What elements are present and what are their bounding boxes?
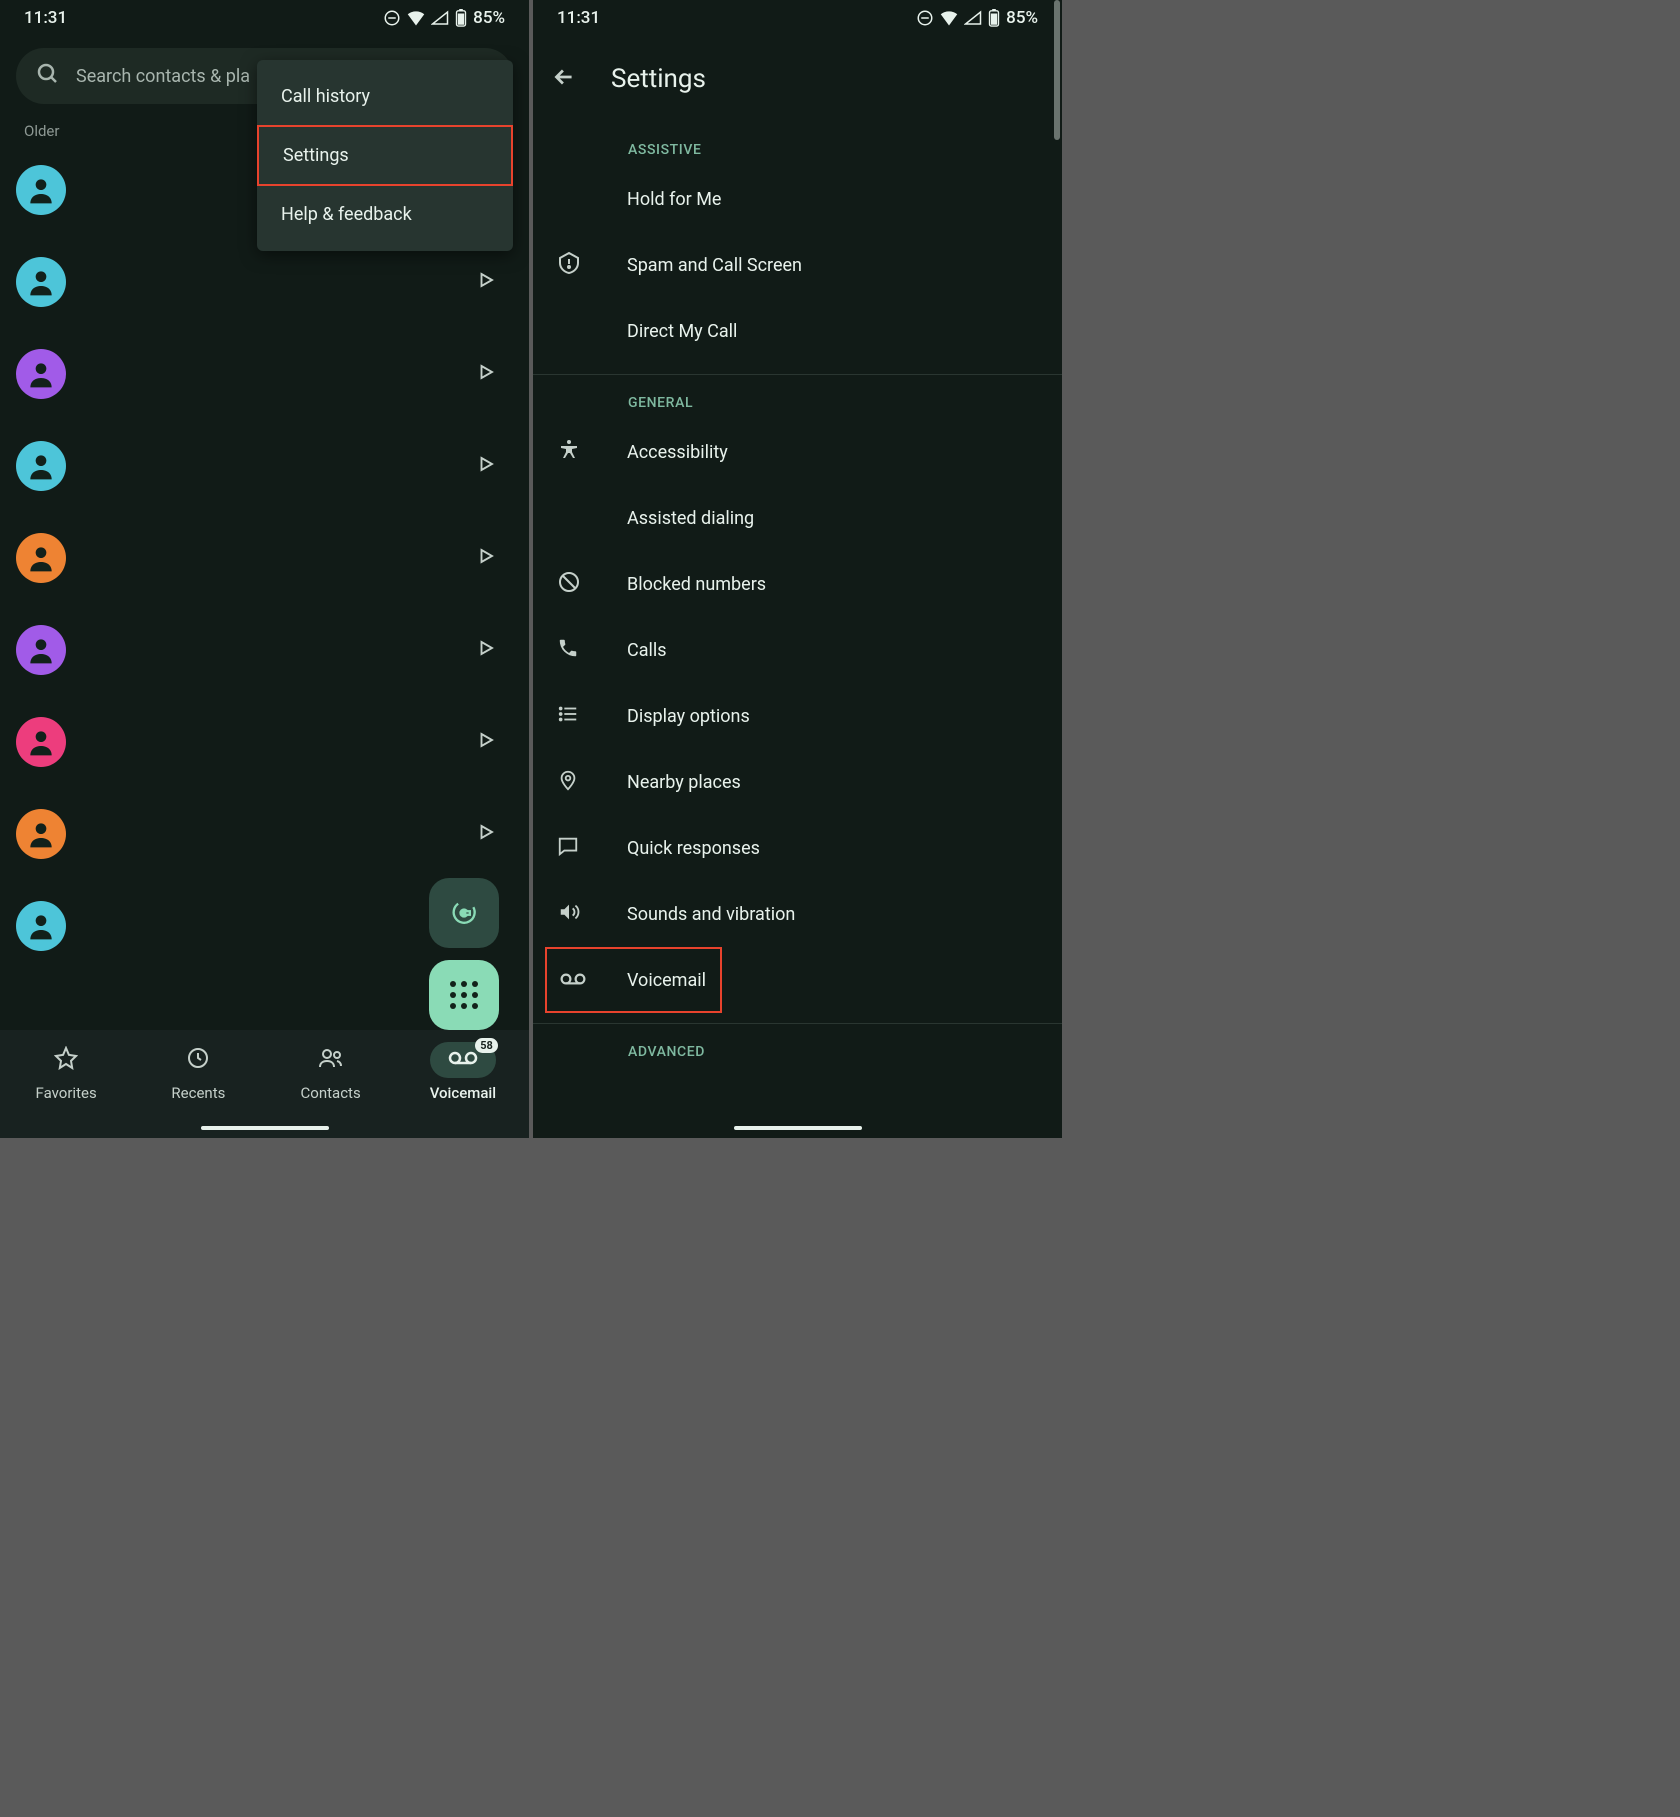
avatar — [16, 441, 66, 491]
video-call-fab[interactable] — [429, 878, 499, 948]
nav-label-favorites: Favorites — [36, 1084, 97, 1102]
section-general: GENERAL — [533, 375, 1062, 419]
volume-icon — [557, 901, 581, 927]
nav-label-contacts: Contacts — [301, 1084, 361, 1102]
row-nearby-places[interactable]: Nearby places — [533, 749, 1062, 815]
battery-percent: 85% — [473, 8, 505, 28]
phone-icon — [557, 637, 579, 663]
play-icon[interactable] — [477, 271, 495, 293]
row-accessibility[interactable]: Accessibility — [533, 419, 1062, 485]
people-icon — [318, 1046, 344, 1074]
avatar — [16, 257, 66, 307]
voicemail-list[interactable] — [0, 144, 529, 972]
avatar — [16, 625, 66, 675]
phone-screen-voicemail: 11:31 85% Search contacts & pla Call his… — [0, 0, 529, 1138]
section-advanced: ADVANCED — [533, 1024, 1062, 1068]
page-title: Settings — [611, 64, 706, 94]
nav-favorites[interactable]: Favorites — [0, 1042, 132, 1102]
voicemail-icon — [448, 1050, 478, 1070]
status-bar: 11:31 85% — [0, 0, 529, 36]
block-icon — [557, 570, 581, 598]
avatar — [16, 349, 66, 399]
row-spam-call-screen[interactable]: Spam and Call Screen — [533, 232, 1062, 298]
chat-icon — [557, 835, 579, 861]
voicemail-item[interactable] — [16, 604, 513, 696]
status-icons-right: 85% — [916, 8, 1038, 28]
signal-icon — [431, 10, 449, 26]
play-icon[interactable] — [477, 823, 495, 845]
nav-contacts[interactable]: Contacts — [265, 1042, 397, 1102]
battery-icon — [455, 9, 467, 27]
play-icon[interactable] — [477, 455, 495, 477]
dnd-icon — [916, 9, 934, 27]
avatar — [16, 717, 66, 767]
voicemail-item[interactable] — [16, 788, 513, 880]
wifi-icon — [940, 10, 958, 26]
row-quick-responses[interactable]: Quick responses — [533, 815, 1062, 881]
dnd-icon — [383, 9, 401, 27]
nav-label-voicemail: Voicemail — [430, 1084, 496, 1102]
row-display-options[interactable]: Display options — [533, 683, 1062, 749]
nav-label-recents: Recents — [171, 1084, 225, 1102]
avatar — [16, 809, 66, 859]
status-time: 11:31 — [557, 8, 600, 28]
status-bar: 11:31 85% — [533, 0, 1062, 36]
star-icon — [54, 1046, 78, 1074]
voicemail-item[interactable] — [16, 328, 513, 420]
avatar — [16, 533, 66, 583]
search-icon — [36, 62, 60, 90]
row-hold-for-me[interactable]: Hold for Me — [533, 166, 1062, 232]
clock-icon — [186, 1046, 210, 1074]
gesture-handle[interactable] — [201, 1126, 329, 1130]
menu-help-feedback[interactable]: Help & feedback — [257, 186, 513, 243]
row-direct-my-call[interactable]: Direct My Call — [533, 298, 1062, 364]
status-time: 11:31 — [24, 8, 67, 28]
list-icon — [557, 703, 579, 729]
play-icon[interactable] — [477, 731, 495, 753]
nav-voicemail[interactable]: 58 Voicemail — [397, 1042, 529, 1102]
menu-call-history[interactable]: Call history — [257, 68, 513, 125]
search-placeholder: Search contacts & pla — [76, 66, 250, 87]
bottom-nav: Favorites Recents Contacts 58 Voicemail — [0, 1030, 529, 1138]
settings-header: Settings — [533, 36, 1062, 122]
signal-icon — [964, 10, 982, 26]
voicemail-item[interactable] — [16, 696, 513, 788]
battery-percent: 85% — [1006, 8, 1038, 28]
avatar — [16, 901, 66, 951]
gesture-handle[interactable] — [734, 1126, 862, 1130]
accessibility-icon — [557, 438, 581, 466]
voicemail-item[interactable] — [16, 420, 513, 512]
menu-settings[interactable]: Settings — [257, 125, 513, 186]
phone-screen-settings: 11:31 85% Settings ASSISTIVE Hold for Me… — [533, 0, 1062, 1138]
play-icon[interactable] — [477, 547, 495, 569]
voicemail-badge: 58 — [475, 1038, 498, 1053]
dialpad-icon — [450, 981, 478, 1009]
back-button[interactable] — [551, 64, 577, 94]
location-icon — [557, 768, 579, 796]
alert-icon — [557, 251, 581, 279]
play-icon[interactable] — [477, 639, 495, 661]
row-blocked-numbers[interactable]: Blocked numbers — [533, 551, 1062, 617]
wifi-icon — [407, 10, 425, 26]
row-sounds-vibration[interactable]: Sounds and vibration — [533, 881, 1062, 947]
voicemail-item[interactable] — [16, 512, 513, 604]
status-icons-right: 85% — [383, 8, 505, 28]
row-assisted-dialing[interactable]: Assisted dialing — [533, 485, 1062, 551]
overflow-menu: Call history Settings Help & feedback — [257, 60, 513, 251]
row-voicemail[interactable]: Voicemail — [545, 947, 722, 1013]
avatar — [16, 165, 66, 215]
nav-recents[interactable]: Recents — [132, 1042, 264, 1102]
battery-icon — [988, 9, 1000, 27]
dialpad-fab[interactable] — [429, 960, 499, 1030]
section-assistive: ASSISTIVE — [533, 122, 1062, 166]
play-icon[interactable] — [477, 363, 495, 385]
scrollbar[interactable] — [1054, 0, 1060, 140]
row-calls[interactable]: Calls — [533, 617, 1062, 683]
voicemail-icon — [559, 971, 587, 990]
